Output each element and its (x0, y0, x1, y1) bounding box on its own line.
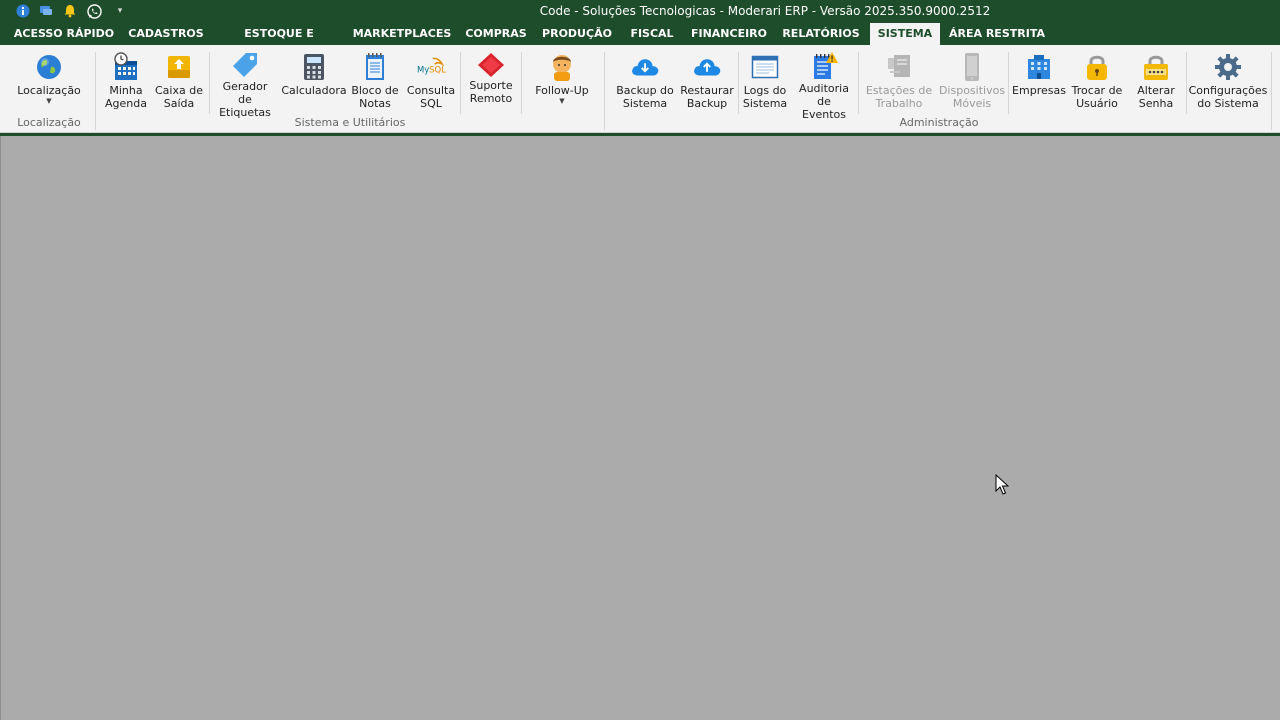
alterar-senha-button[interactable]: Alterar Senha (1130, 51, 1182, 117)
calculadora-button[interactable]: Calculadora (281, 51, 347, 117)
tab-sistema[interactable]: SISTEMA (870, 23, 940, 45)
ribbon-tab-bar: ACESSO RÁPIDO CADASTROS ESTOQUE E SERVIÇ… (0, 23, 1280, 62)
group-label-administracao: Administração (899, 116, 979, 129)
minha-agenda-label: Minha Agenda (105, 84, 147, 110)
tab-cadastros[interactable]: CADASTROS (124, 23, 208, 45)
group-separator (209, 52, 210, 114)
bloco-notas-button[interactable]: Bloco de Notas (350, 51, 400, 117)
gerador-etiquetas-button[interactable]: Gerador de Etiquetas (214, 51, 276, 119)
group-separator (1008, 52, 1009, 114)
calendar-clock-icon (111, 51, 141, 83)
lock-icon (1082, 51, 1112, 83)
restaurar-backup-button[interactable]: Restaurar Backup (680, 51, 734, 117)
ribbon-panel: Localização ▼ Localização Minha Agenda C… (0, 45, 1280, 133)
gerador-etiquetas-label: Gerador de Etiquetas (219, 80, 271, 119)
tab-marketplaces[interactable]: MARKETPLACES (350, 23, 454, 45)
group-label-sistema-utilitarios: Sistema e Utilitários (294, 116, 406, 129)
backup-sistema-label: Backup do Sistema (616, 84, 674, 110)
group-label-localizacao: Localização (17, 116, 81, 129)
tab-fiscal[interactable]: FISCAL (622, 23, 682, 45)
follow-up-button[interactable]: Follow-Up ▼ (530, 51, 594, 117)
mobile-icon (957, 51, 987, 83)
mysql-icon: My SQL (416, 51, 446, 83)
estacoes-trabalho-label: Estações de Trabalho (865, 84, 933, 110)
audit-icon (809, 51, 839, 81)
group-separator (95, 52, 96, 130)
empresas-label: Empresas (1012, 84, 1066, 97)
chevron-down-icon: ▼ (559, 97, 565, 105)
cloud-download-icon (630, 51, 660, 83)
tag-icon (230, 51, 260, 79)
consulta-sql-button[interactable]: My SQL Consulta SQL (406, 51, 456, 117)
trocar-usuario-button[interactable]: Trocar de Usuário (1070, 51, 1124, 117)
backup-sistema-button[interactable]: Backup do Sistema (614, 51, 676, 117)
localizacao-label: Localização (17, 84, 81, 97)
alterar-senha-label: Alterar Senha (1137, 84, 1175, 110)
estacoes-trabalho-button[interactable]: Estações de Trabalho (864, 51, 934, 117)
calculator-icon (299, 51, 329, 83)
calculadora-label: Calculadora (281, 84, 347, 97)
group-separator (738, 52, 739, 114)
logs-sistema-button[interactable]: Logs do Sistema (742, 51, 788, 117)
auditoria-eventos-label: Auditoria de Eventos (799, 82, 849, 121)
caixa-saida-label: Caixa de Saída (155, 84, 203, 110)
group-separator (1271, 52, 1272, 130)
tab-financeiro[interactable]: FINANCEIRO (688, 23, 770, 45)
follow-up-label: Follow-Up (535, 84, 589, 97)
bloco-notas-label: Bloco de Notas (351, 84, 399, 110)
localizacao-button[interactable]: Localização ▼ (14, 51, 84, 117)
chevron-down-icon: ▼ (46, 97, 52, 105)
svg-text:My: My (417, 65, 429, 75)
svg-text:SQL: SQL (429, 65, 446, 75)
cloud-upload-icon (692, 51, 722, 83)
gear-icon (1213, 51, 1243, 83)
configuracoes-sistema-label: Configurações do Sistema (1188, 84, 1268, 110)
caixa-saida-button[interactable]: Caixa de Saída (154, 51, 204, 117)
tab-acesso-rapido[interactable]: ACESSO RÁPIDO (10, 23, 118, 45)
logs-sistema-label: Logs do Sistema (742, 84, 788, 110)
building-icon (1024, 51, 1054, 83)
group-separator (1186, 52, 1187, 114)
log-window-icon (750, 51, 780, 83)
tab-producao[interactable]: PRODUÇÃO (538, 23, 616, 45)
suporte-remoto-label: Suporte Remoto (469, 79, 513, 105)
tab-area-restrita[interactable]: ÁREA RESTRITA (946, 23, 1048, 45)
mdi-workspace[interactable] (0, 136, 1280, 720)
empresas-button[interactable]: Empresas (1012, 51, 1066, 117)
person-icon (547, 51, 577, 83)
window-title: Code - Soluções Tecnologicas - Moderari … (539, 4, 991, 18)
configuracoes-sistema-button[interactable]: Configurações do Sistema (1188, 51, 1268, 117)
globe-icon (34, 51, 64, 83)
mouse-pointer-icon (995, 474, 1009, 495)
group-separator (858, 52, 859, 114)
tab-compras[interactable]: COMPRAS (460, 23, 532, 45)
trocar-usuario-label: Trocar de Usuário (1071, 84, 1123, 110)
password-icon (1141, 51, 1171, 83)
tab-relatorios[interactable]: RELATÓRIOS (776, 23, 866, 45)
tab-estoque-servicos[interactable]: ESTOQUE E SERVIÇOS (214, 23, 344, 62)
dispositivos-moveis-button[interactable]: Dispositivos Móveis (938, 51, 1006, 117)
minha-agenda-button[interactable]: Minha Agenda (100, 51, 152, 117)
outbox-icon (164, 51, 194, 83)
title-bar: ▾ Code - Soluções Tecnologicas - Moderar… (0, 0, 1280, 23)
group-separator (460, 52, 461, 114)
consulta-sql-label: Consulta SQL (406, 84, 456, 110)
notepad-icon (360, 51, 390, 83)
workstation-icon (884, 51, 914, 83)
group-separator (604, 52, 605, 130)
remote-support-icon (476, 51, 506, 79)
auditoria-eventos-button[interactable]: Auditoria de Eventos (794, 51, 854, 121)
dispositivos-moveis-label: Dispositivos Móveis (938, 84, 1006, 110)
group-separator (521, 52, 522, 114)
restaurar-backup-label: Restaurar Backup (680, 84, 734, 110)
suporte-remoto-button[interactable]: Suporte Remoto (466, 51, 516, 117)
